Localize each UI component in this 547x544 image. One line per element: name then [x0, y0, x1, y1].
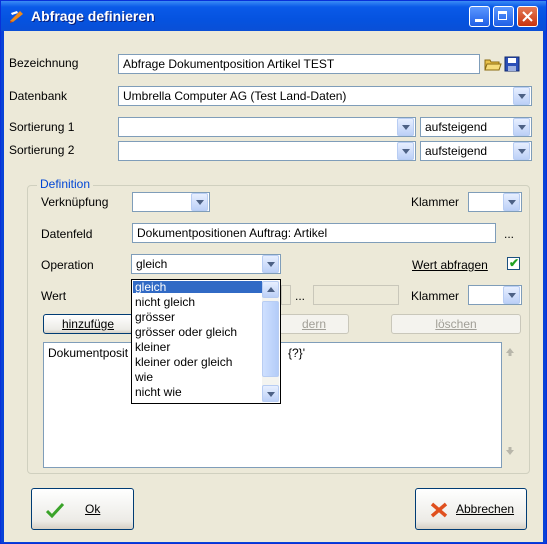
sort1-order-dropdown-button[interactable] — [513, 118, 530, 136]
minimize-button[interactable] — [469, 6, 490, 27]
checkmark-icon: ✔ — [509, 256, 520, 270]
aendern-button-label: dern — [301, 317, 327, 331]
sort2-order-dropdown-button[interactable] — [513, 142, 530, 160]
datenbank-label: Datenbank — [9, 89, 68, 103]
wert-input-left — [281, 285, 291, 305]
hinzufuegen-button-label: hinzufüge — [61, 317, 115, 331]
title-bar[interactable]: Abfrage definieren — [1, 1, 546, 31]
window-title: Abfrage definieren — [31, 8, 155, 24]
klammer-label: Klammer — [411, 195, 460, 209]
verknuepfung-label: Verknüpfung — [41, 195, 109, 209]
option-nicht-gleich[interactable]: nicht gleich — [133, 296, 265, 308]
sort2-select[interactable] — [118, 141, 416, 161]
bezeichnung-label: Bezeichnung — [9, 56, 79, 70]
scroll-down-button[interactable] — [262, 385, 279, 402]
scroll-thumb[interactable] — [262, 301, 279, 377]
close-icon — [522, 11, 533, 22]
maximize-button[interactable] — [493, 6, 514, 27]
datenfeld-more-button[interactable]: ... — [504, 227, 514, 241]
minimize-icon — [475, 19, 483, 22]
option-gleich[interactable]: gleich — [133, 281, 265, 293]
memo-text-left: Dokumentposit — [48, 346, 129, 360]
sort1-select[interactable] — [118, 117, 416, 137]
datenfeld-input[interactable]: Dokumentpositionen Auftrag: Artikel — [132, 223, 496, 243]
ok-button-label: Ok — [85, 502, 101, 516]
sort1-label: Sortierung 1 — [9, 120, 75, 134]
option-wie[interactable]: wie — [133, 371, 265, 383]
open-folder-icon[interactable] — [484, 56, 502, 72]
option-kleiner[interactable]: kleiner — [133, 341, 265, 353]
cancel-button-label: Abbrechen — [456, 502, 515, 516]
wert-more-button[interactable]: ... — [295, 289, 305, 303]
operation-dropdown-list[interactable]: gleich nicht gleich grösser grösser oder… — [131, 279, 281, 404]
loeschen-button[interactable]: löschen — [391, 314, 521, 334]
option-kleiner-oder-gleich[interactable]: kleiner oder gleich — [133, 356, 265, 368]
close-button[interactable] — [517, 6, 538, 27]
loeschen-button-label: löschen — [435, 317, 477, 331]
ok-button[interactable]: Ok — [31, 488, 134, 530]
datenbank-select[interactable]: Umbrella Computer AG (Test Land-Daten) — [118, 86, 532, 106]
cancel-x-icon — [430, 502, 448, 518]
wert-abfragen-checkbox[interactable]: ✔ — [507, 257, 520, 270]
klammer2-label: Klammer — [411, 289, 460, 303]
operation-label: Operation — [41, 258, 94, 272]
operation-select[interactable]: gleich — [131, 254, 281, 274]
option-groesser-oder-gleich[interactable]: grösser oder gleich — [133, 326, 265, 338]
chevron-up-icon — [267, 287, 275, 292]
dialog-window: Abfrage definieren Bezeichnung Abfrage D… — [0, 0, 547, 544]
option-nicht-wie[interactable]: nicht wie — [133, 386, 265, 398]
wert-input-right — [313, 285, 399, 305]
maximize-icon — [498, 11, 507, 20]
aendern-button[interactable]: dern — [279, 314, 349, 334]
datenbank-dropdown-button[interactable] — [513, 87, 530, 105]
definition-group-title: Definition — [37, 177, 94, 191]
dropdown-scrollbar[interactable] — [262, 281, 279, 402]
memo-text-right: {?}' — [288, 346, 305, 360]
wert-label: Wert — [41, 289, 67, 303]
sort2-label: Sortierung 2 — [9, 143, 75, 157]
chevron-down-icon — [267, 392, 275, 397]
scroll-up-button[interactable] — [262, 281, 279, 298]
query-icon — [10, 11, 23, 23]
hinzufuegen-button[interactable]: hinzufüge — [43, 314, 133, 334]
cancel-button[interactable]: Abbrechen — [415, 488, 527, 530]
sort2-dropdown-button[interactable] — [397, 142, 414, 160]
option-groesser[interactable]: grösser — [133, 311, 265, 323]
move-up-icon[interactable] — [505, 347, 515, 357]
operation-dropdown-button[interactable] — [262, 255, 279, 273]
datenfeld-label: Datenfeld — [41, 227, 93, 241]
verknuepfung-dropdown-button[interactable] — [191, 193, 208, 211]
klammer2-dropdown-button[interactable] — [503, 286, 520, 304]
move-down-icon[interactable] — [505, 446, 515, 456]
sort1-dropdown-button[interactable] — [397, 118, 414, 136]
bezeichnung-input[interactable]: Abfrage Dokumentposition Artikel TEST — [118, 54, 480, 74]
klammer1-dropdown-button[interactable] — [503, 193, 520, 211]
wert-abfragen-label: Wert abfragen — [412, 258, 488, 272]
wert-abfragen-label-text: Wert abfragen — [412, 258, 488, 272]
checkmark-green-icon — [46, 502, 64, 518]
save-icon[interactable] — [504, 56, 520, 72]
